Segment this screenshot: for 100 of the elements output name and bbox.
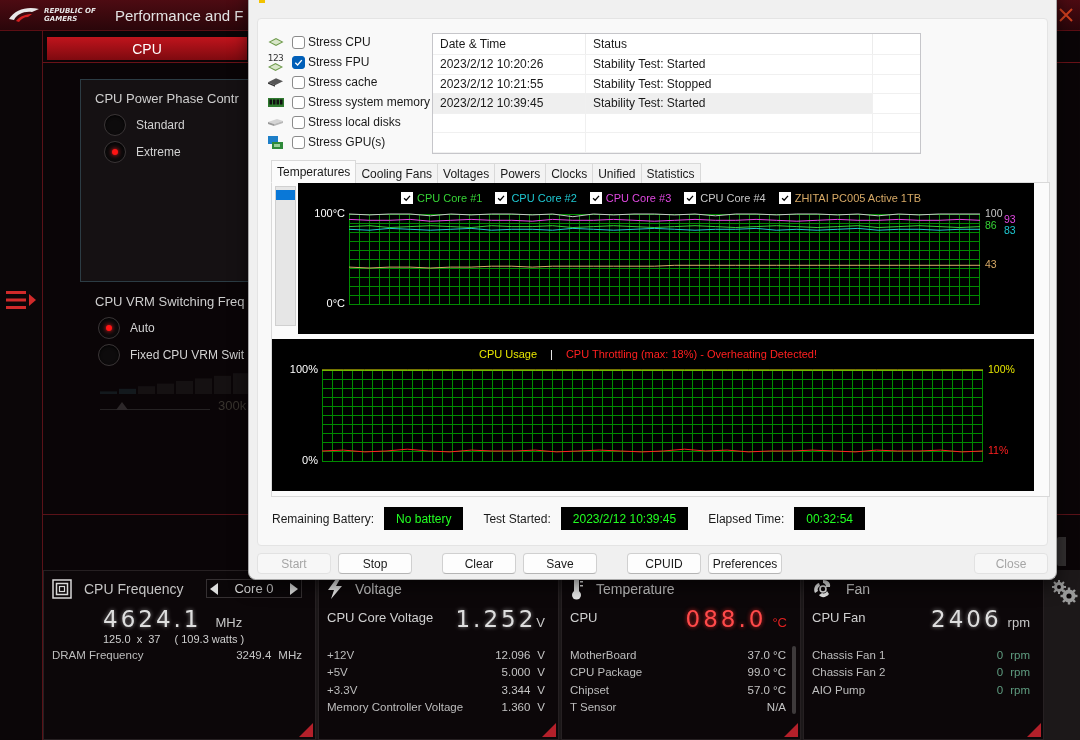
scrollbar[interactable] (275, 186, 296, 326)
checkbox[interactable] (292, 95, 305, 109)
core-selector[interactable]: Core 0 (206, 579, 302, 598)
sensor-label: +3.3V (327, 683, 359, 696)
dark-chip-icon (268, 77, 283, 87)
table-cell: 2023/2/12 10:20:26 (433, 55, 586, 74)
corner-triangle-icon (542, 723, 556, 737)
radio-button[interactable] (98, 317, 120, 339)
value-label: 11% (988, 443, 1009, 456)
sensor-value: 3249.4 (236, 648, 272, 661)
log-row[interactable]: 2023/2/12 10:20:26 Stability Test: Started (433, 55, 920, 75)
sensor-label: Chassis Fan 2 (812, 666, 887, 679)
sensor-label: +5V (327, 666, 349, 679)
status-field: 2023/2/12 10:39:45 (560, 507, 689, 530)
sensor-value: 0 (996, 683, 1004, 696)
sensor-label: DRAM Frequency (52, 648, 145, 661)
tab[interactable]: Clocks (545, 163, 594, 183)
sensor-label: +12V (327, 648, 356, 661)
unit-label: V (537, 701, 545, 714)
radio-button[interactable] (98, 344, 120, 366)
concentric-squares-icon (52, 578, 72, 599)
sensor-label: Chipset (570, 683, 610, 696)
sensor-value: 57.0 °C (747, 683, 786, 696)
checkbox-label: Stress local disks (308, 115, 401, 129)
panel-title: Voltage (355, 580, 402, 597)
sensor-value: 12.096 (495, 648, 531, 661)
legend-label: CPU Core #1 (417, 191, 483, 204)
unit-label: rpm (1007, 615, 1030, 630)
panel-title: Temperature (596, 580, 675, 597)
log-row[interactable]: 2023/2/12 10:21:55 Stability Test: Stopped (433, 74, 920, 94)
chip-icon (267, 38, 284, 46)
push-button[interactable]: Clear (442, 553, 516, 574)
left-triangle-icon[interactable] (210, 582, 218, 595)
detail-text: ( 109.3 watts ) (174, 633, 245, 645)
graphics-card-icon (268, 135, 283, 149)
legend-separator: | (550, 347, 553, 360)
table-cell: 2023/2/12 10:39:45 (433, 94, 586, 113)
drive-icon (268, 118, 283, 126)
push-button[interactable]: CPUID (627, 553, 701, 574)
axis-label: 0% (302, 453, 318, 466)
option-label: Fixed CPU VRM Swit (130, 348, 245, 362)
sensor-value: 37.0 °C (747, 648, 786, 661)
axis-label: 0°C (326, 296, 345, 309)
corner-triangle-icon (784, 723, 798, 737)
tab[interactable]: Cooling Fans (355, 163, 439, 183)
status-field: No battery (384, 507, 464, 530)
sensor-label: Memory Controller Voltage (327, 701, 465, 714)
status-field: 00:32:54 (794, 507, 865, 530)
tab[interactable]: Unified (592, 163, 642, 183)
scrollbar[interactable] (792, 646, 796, 714)
menu-icon[interactable] (6, 289, 36, 311)
tab[interactable]: Voltages (437, 163, 496, 183)
column-header[interactable]: Date & Time (433, 34, 586, 54)
push-button[interactable]: Save (523, 553, 597, 574)
option-label: Extreme (136, 145, 181, 159)
reading-label: CPU (570, 610, 598, 625)
reading-value: 088.0 (685, 606, 767, 632)
status-label: Test Started: (483, 511, 551, 526)
scroll-thumb[interactable] (276, 190, 295, 200)
checkbox-label: Stress system memory (308, 95, 430, 109)
checkbox[interactable] (292, 135, 305, 149)
unit-label: V (537, 666, 545, 679)
reading-label: CPU Core Voltage (327, 610, 434, 625)
section-title: CPU VRM Switching Freq (95, 294, 246, 309)
tab[interactable]: Powers (494, 163, 547, 183)
radio-button[interactable] (104, 114, 126, 136)
checkbox[interactable] (292, 35, 305, 49)
tab[interactable]: Statistics (640, 163, 701, 183)
checkbox[interactable] (292, 75, 305, 89)
checkbox-label: Stress GPU(s) (308, 135, 386, 149)
value-label: 100 (985, 206, 1003, 219)
right-triangle-icon[interactable] (290, 582, 298, 595)
checkbox-label: Stress FPU (308, 55, 370, 69)
radio-button[interactable] (104, 141, 126, 163)
sensor-value: 0 (996, 648, 1004, 661)
checkbox[interactable] (292, 115, 305, 129)
memory-stick-icon (267, 97, 284, 107)
legend-label: CPU Core #3 (605, 191, 672, 204)
push-button[interactable]: Stop (338, 553, 412, 574)
settings-icon[interactable] (1051, 579, 1078, 605)
unit-label: rpm (1010, 683, 1030, 696)
sensor-value: 99.0 °C (747, 666, 786, 679)
sensor-value: 3.344 (501, 683, 531, 696)
log-row[interactable]: 2023/2/12 10:39:45 Stability Test: Started (433, 94, 920, 114)
status-label: Remaining Battery: (272, 511, 375, 526)
sensor-label: MotherBoard (570, 648, 638, 661)
unit-label: V (537, 683, 545, 696)
close-icon (1057, 6, 1075, 24)
tab[interactable]: Temperatures (271, 160, 357, 183)
legend-label: CPU Throttling (max: 18%) - Overheating Detected! (565, 347, 817, 360)
checkbox-label: Stress cache (308, 75, 378, 89)
sensor-value: N/A (766, 701, 786, 714)
push-button[interactable]: Preferences (708, 553, 782, 574)
reading-value: 4624.1 (103, 606, 202, 632)
tab[interactable]: CPU (47, 37, 247, 60)
unit-label: V (536, 615, 545, 630)
value-label: 43 (985, 258, 997, 271)
sensor-value: 1.360 (501, 701, 531, 714)
close-button[interactable] (1057, 6, 1075, 24)
checkbox[interactable] (292, 55, 305, 69)
